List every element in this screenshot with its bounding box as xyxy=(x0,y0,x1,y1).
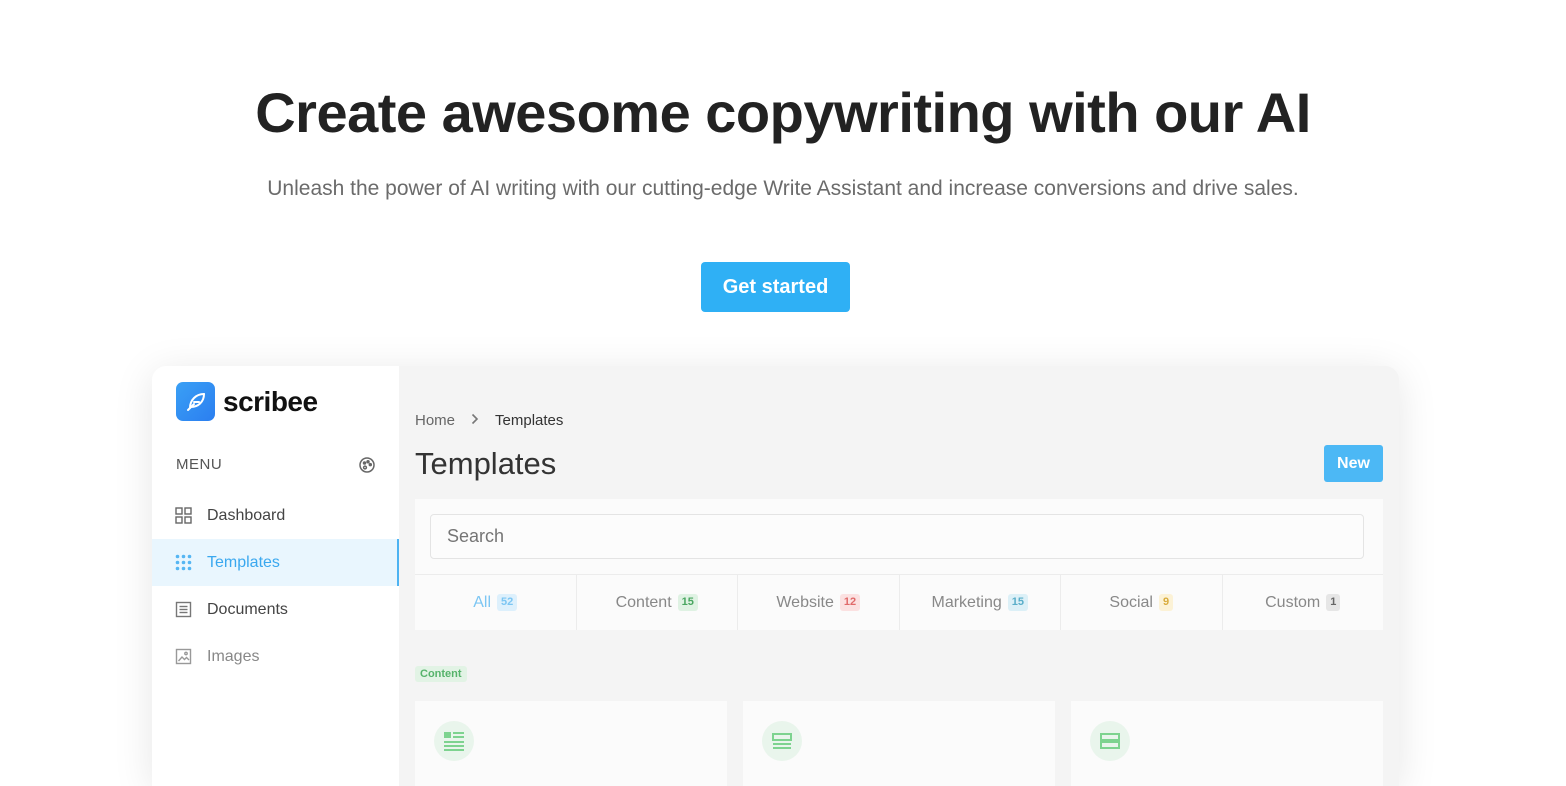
sidebar-item-documents[interactable]: Documents xyxy=(152,586,399,633)
brand-name: scribee xyxy=(223,385,318,417)
page-title: Templates xyxy=(415,446,557,481)
main-content: Home Templates Templates New All 52 Cont… xyxy=(399,366,1399,786)
search-input[interactable] xyxy=(430,514,1364,559)
count-badge: 15 xyxy=(1007,594,1028,611)
filter-panel: All 52 Content 15 Website 12 Marketing 1… xyxy=(415,499,1383,630)
template-card[interactable] xyxy=(1071,701,1383,786)
palette-icon[interactable] xyxy=(358,456,376,474)
tab-label: Custom xyxy=(1265,593,1321,611)
logo[interactable]: scribee xyxy=(176,382,318,421)
tab-content[interactable]: Content 15 xyxy=(577,575,738,630)
tab-label: Content xyxy=(615,593,672,611)
sidebar-item-label: Dashboard xyxy=(207,506,286,524)
rows-icon xyxy=(762,721,802,761)
app-preview: scribee MENU Dashboard Templates Documen… xyxy=(152,366,1399,786)
sidebar-item-templates[interactable]: Templates xyxy=(152,539,399,586)
dots-grid-icon xyxy=(175,554,192,571)
tab-label: Marketing xyxy=(931,593,1002,611)
hero-title: Create awesome copywriting with our AI xyxy=(255,81,1311,144)
tab-social[interactable]: Social 9 xyxy=(1061,575,1223,630)
hero-subtitle: Unleash the power of AI writing with our… xyxy=(267,177,1299,200)
sidebar-item-dashboard[interactable]: Dashboard xyxy=(152,492,399,539)
tab-website[interactable]: Website 12 xyxy=(738,575,900,630)
tab-marketing[interactable]: Marketing 15 xyxy=(900,575,1061,630)
stacked-rows-icon xyxy=(1090,721,1130,761)
sidebar-item-label: Documents xyxy=(207,600,288,618)
tab-all[interactable]: All 52 xyxy=(415,575,577,630)
count-badge: 1 xyxy=(1326,594,1341,611)
count-badge: 15 xyxy=(677,594,698,611)
sidebar-item-label: Images xyxy=(207,647,260,665)
category-tabs: All 52 Content 15 Website 12 Marketing 1… xyxy=(415,574,1383,630)
image-icon xyxy=(175,648,192,665)
sidebar: scribee MENU Dashboard Templates Documen… xyxy=(152,366,399,786)
count-badge: 12 xyxy=(839,594,861,611)
breadcrumb-current: Templates xyxy=(495,412,564,429)
breadcrumb: Home Templates xyxy=(415,412,563,429)
count-badge: 9 xyxy=(1158,594,1174,611)
tab-label: All xyxy=(473,593,492,611)
template-card[interactable] xyxy=(415,701,727,786)
document-icon xyxy=(175,601,192,618)
tab-custom[interactable]: Custom 1 xyxy=(1223,575,1384,630)
get-started-button[interactable]: Get started xyxy=(701,262,850,312)
count-badge: 52 xyxy=(497,594,518,611)
article-icon xyxy=(434,721,474,761)
sidebar-item-images[interactable]: Images xyxy=(152,633,399,680)
tab-label: Social xyxy=(1109,593,1153,611)
tab-label: Website xyxy=(776,593,834,611)
grid-icon xyxy=(175,507,192,524)
breadcrumb-home[interactable]: Home xyxy=(415,412,455,429)
category-tag: Content xyxy=(415,666,467,682)
menu-label: MENU xyxy=(176,456,223,473)
new-template-button[interactable]: New xyxy=(1324,445,1383,482)
feather-icon xyxy=(176,382,215,421)
sidebar-item-label: Templates xyxy=(207,553,280,571)
chevron-right-icon xyxy=(471,412,479,429)
template-card[interactable] xyxy=(743,701,1055,786)
